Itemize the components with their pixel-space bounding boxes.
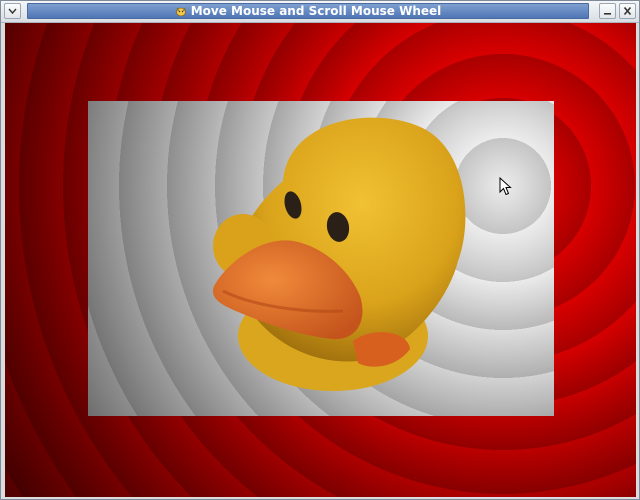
title-area: Move Mouse and Scroll Mouse Wheel	[27, 3, 589, 19]
drawing-canvas[interactable]	[5, 23, 636, 497]
arrow-cursor-icon	[499, 177, 512, 196]
close-icon	[623, 6, 632, 16]
minimize-button[interactable]	[599, 3, 616, 19]
chevron-down-icon	[8, 8, 17, 15]
gnu-icon	[175, 7, 186, 17]
minimize-icon	[604, 13, 611, 15]
window-menu-button[interactable]	[4, 3, 21, 19]
app-window: Move Mouse and Scroll Mouse Wheel	[0, 0, 640, 500]
title-bar[interactable]: Move Mouse and Scroll Mouse Wheel	[1, 1, 639, 23]
window-title: Move Mouse and Scroll Mouse Wheel	[190, 4, 442, 18]
duck-plush	[212, 117, 466, 391]
duck-plush-photo	[88, 101, 554, 416]
close-button[interactable]	[619, 3, 636, 19]
